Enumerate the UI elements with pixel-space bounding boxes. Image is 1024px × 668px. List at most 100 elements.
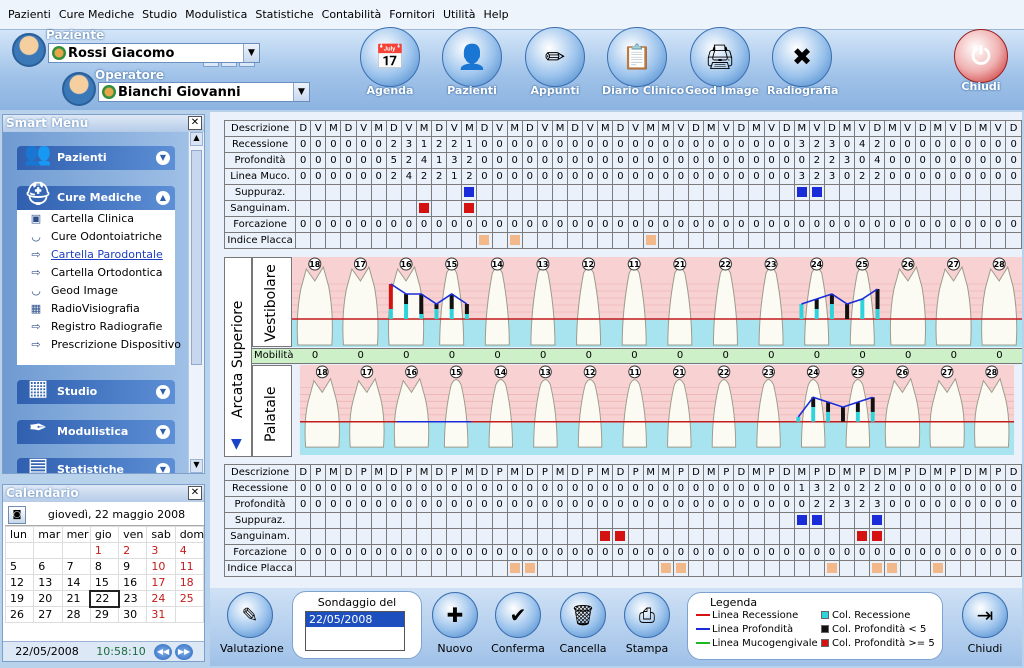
nuovo-button[interactable]: ✚ Nuovo <box>425 592 485 655</box>
marker-cell[interactable] <box>506 184 523 201</box>
marker-cell[interactable] <box>718 512 735 529</box>
marker-cell[interactable] <box>672 232 689 249</box>
toolbar-button-4[interactable]: 🖨 Geod Image <box>685 27 759 97</box>
calendar-day[interactable]: 18 <box>174 574 205 591</box>
probing-cell[interactable]: 0 <box>597 216 614 233</box>
calendar-day[interactable]: 30 <box>118 606 148 623</box>
probing-cell[interactable]: 0 <box>461 216 478 233</box>
probing-cell[interactable]: 0 <box>944 480 961 497</box>
probing-cell[interactable]: 0 <box>718 136 735 153</box>
calendar-day[interactable]: 11 <box>174 558 205 575</box>
marker-cell[interactable] <box>446 560 463 577</box>
probing-cell[interactable]: 0 <box>582 496 599 513</box>
marker-cell[interactable] <box>839 560 856 577</box>
marker-cell[interactable] <box>1005 232 1022 249</box>
marker-cell[interactable] <box>823 184 841 201</box>
probing-cell[interactable]: 1 <box>431 152 448 169</box>
probing-cell[interactable]: 0 <box>340 216 357 233</box>
marker-cell[interactable] <box>536 512 553 529</box>
probing-cell[interactable]: 0 <box>385 496 402 513</box>
marker-cell[interactable] <box>597 232 614 249</box>
marker-cell[interactable] <box>1005 200 1022 217</box>
marker-cell[interactable] <box>385 560 402 577</box>
marker-cell[interactable] <box>733 560 750 577</box>
probing-cell[interactable]: 0 <box>733 480 750 497</box>
mobility-value[interactable]: 0 <box>494 350 500 361</box>
probing-cell[interactable]: 0 <box>748 216 765 233</box>
calendar-day[interactable]: 5 <box>4 558 35 575</box>
marker-cell[interactable] <box>385 200 402 217</box>
probing-cell[interactable]: 0 <box>582 168 599 185</box>
toolbar-button-5[interactable]: ✖ Radiografia <box>767 27 838 97</box>
probing-cell[interactable]: 0 <box>385 480 402 497</box>
marker-cell[interactable] <box>491 528 508 545</box>
probing-cell[interactable]: 0 <box>597 168 614 185</box>
mobility-value[interactable]: 0 <box>905 350 911 361</box>
marker-cell[interactable] <box>385 528 402 545</box>
probing-cell[interactable]: 0 <box>415 544 433 561</box>
probing-cell[interactable]: 0 <box>567 544 584 561</box>
mobility-value[interactable]: 0 <box>722 350 728 361</box>
marker-cell[interactable] <box>808 560 825 577</box>
probing-cell[interactable]: 2 <box>400 152 418 169</box>
probing-cell[interactable]: 0 <box>657 496 674 513</box>
probing-cell[interactable]: 2 <box>415 168 433 185</box>
next-month-icon[interactable]: ▶▶ <box>175 643 193 660</box>
marker-cell[interactable] <box>839 232 856 249</box>
probing-cell[interactable]: 0 <box>582 216 599 233</box>
marker-cell[interactable] <box>295 528 312 545</box>
marker-cell[interactable] <box>854 528 871 545</box>
probing-cell[interactable]: 0 <box>310 168 327 185</box>
probing-cell[interactable]: 0 <box>370 544 387 561</box>
marker-cell[interactable] <box>340 512 357 529</box>
probing-cell[interactable]: 0 <box>446 544 463 561</box>
marker-cell[interactable] <box>567 560 584 577</box>
marker-cell[interactable] <box>385 512 402 529</box>
probing-cell[interactable]: 0 <box>506 152 523 169</box>
calendar-day[interactable]: 24 <box>146 590 176 607</box>
probing-cell[interactable]: 0 <box>340 152 357 169</box>
probing-cell[interactable]: 0 <box>672 544 689 561</box>
marker-cell[interactable] <box>899 528 916 545</box>
probing-cell[interactable]: 0 <box>778 216 795 233</box>
probing-cell[interactable]: 2 <box>385 136 402 153</box>
marker-cell[interactable] <box>446 200 463 217</box>
probing-cell[interactable]: 0 <box>355 216 372 233</box>
probing-cell[interactable]: 0 <box>899 136 916 153</box>
probing-cell[interactable]: 0 <box>763 216 780 233</box>
marker-cell[interactable] <box>415 200 433 217</box>
probing-cell[interactable]: 0 <box>567 152 584 169</box>
marker-cell[interactable] <box>295 232 312 249</box>
probing-cell[interactable]: 0 <box>839 480 856 497</box>
probing-cell[interactable]: 0 <box>929 216 946 233</box>
probing-cell[interactable]: 0 <box>975 544 992 561</box>
probing-cell[interactable]: 4 <box>869 152 886 169</box>
marker-cell[interactable] <box>763 528 780 545</box>
marker-cell[interactable] <box>582 184 599 201</box>
marker-cell[interactable] <box>884 560 901 577</box>
probing-cell[interactable]: 0 <box>400 544 418 561</box>
menu-item-2[interactable]: Studio <box>138 8 181 21</box>
probing-cell[interactable]: 0 <box>959 216 977 233</box>
marker-cell[interactable] <box>657 184 674 201</box>
menu-item-5[interactable]: Contabilità <box>318 8 386 21</box>
marker-cell[interactable] <box>582 512 599 529</box>
marker-cell[interactable] <box>325 512 342 529</box>
marker-cell[interactable] <box>295 560 312 577</box>
probing-cell[interactable]: 0 <box>854 216 871 233</box>
probing-cell[interactable]: 2 <box>854 496 871 513</box>
marker-cell[interactable] <box>582 200 599 217</box>
probing-cell[interactable]: 0 <box>295 152 312 169</box>
probing-cell[interactable]: 3 <box>793 168 810 185</box>
marker-cell[interactable] <box>506 200 523 217</box>
probing-cell[interactable]: 0 <box>1005 168 1022 185</box>
mobility-value[interactable]: 0 <box>677 350 683 361</box>
calendar-day[interactable]: 26 <box>4 606 35 623</box>
patient-select[interactable]: Rossi Giacomo ▼ <box>48 43 260 63</box>
probing-cell[interactable]: 2 <box>823 480 841 497</box>
smart-menu-item-1[interactable]: ◡ Cure Odontoiatriche <box>17 228 175 246</box>
marker-cell[interactable] <box>385 232 402 249</box>
marker-cell[interactable] <box>884 232 901 249</box>
probing-cell[interactable]: 2 <box>854 168 871 185</box>
probing-cell[interactable]: 0 <box>884 216 901 233</box>
